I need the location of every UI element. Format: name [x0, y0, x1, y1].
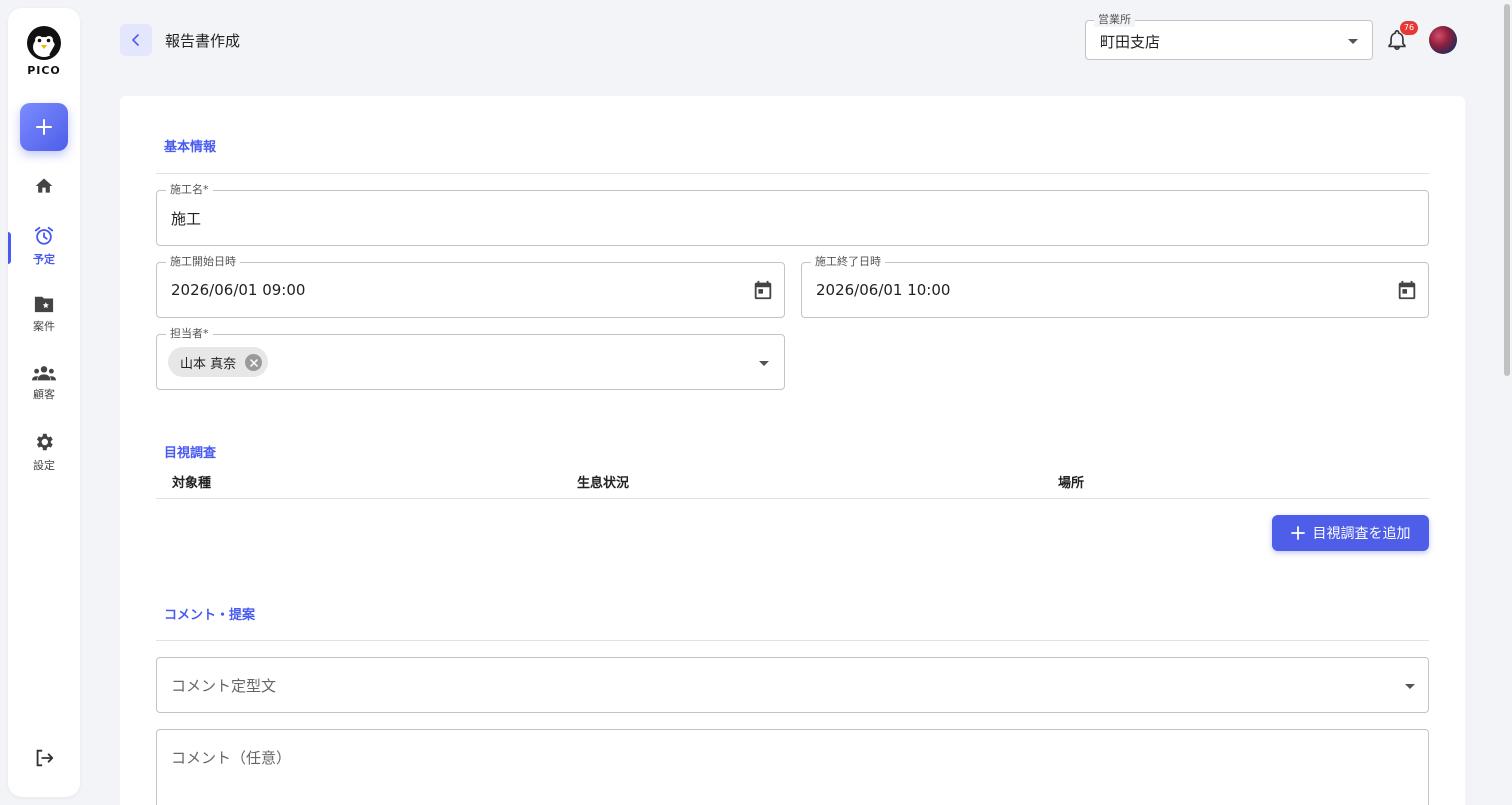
- comment-placeholder: コメント（任意）: [171, 749, 292, 767]
- logout-icon: [36, 749, 54, 767]
- start-datetime-field[interactable]: 施工開始日時 2026/06/01 09:00: [156, 255, 785, 318]
- construction-name-field[interactable]: 施工名* 施工: [156, 183, 1429, 246]
- people-icon: [32, 366, 56, 381]
- branch-select-label: 営業所: [1094, 13, 1135, 27]
- logout-button[interactable]: [8, 747, 80, 769]
- section-title-basic-info: 基本情報: [164, 140, 217, 155]
- assignee-chip: 山本 真奈: [168, 347, 269, 377]
- penguin-logo-icon: [27, 26, 61, 60]
- add-visual-survey-button[interactable]: 目視調査を追加: [1272, 515, 1429, 551]
- folder-star-icon: [34, 296, 54, 313]
- column-header-habitat-status: 生息状況: [577, 476, 630, 491]
- plus-icon: [36, 119, 52, 135]
- divider: [156, 498, 1429, 499]
- sidebar-item-label: 顧客: [33, 388, 55, 401]
- report-form: 基本情報 施工名* 施工 施工開始日時 2026/06/01 09:00 施工終…: [120, 96, 1465, 805]
- divider: [156, 640, 1429, 641]
- chevron-down-icon: [1405, 684, 1415, 689]
- sidebar-item-label: 予定: [33, 253, 55, 266]
- assignee-select[interactable]: 担当者* 山本 真奈: [156, 327, 785, 390]
- page-title: 報告書作成: [165, 32, 241, 50]
- sidebar-item-label: 案件: [33, 320, 55, 333]
- chevron-down-icon: [759, 361, 769, 366]
- logo-text: PICO: [27, 64, 61, 77]
- chevron-down-icon: [1348, 39, 1358, 44]
- calendar-icon[interactable]: [1396, 279, 1418, 301]
- sidebar: PICO 予定 案件 顧客 設定: [8, 8, 80, 797]
- sidebar-item-customers[interactable]: 顧客: [8, 364, 80, 402]
- calendar-icon[interactable]: [752, 279, 774, 301]
- end-datetime-value: 2026/06/01 10:00: [816, 281, 951, 299]
- sidebar-item-home[interactable]: [8, 176, 80, 196]
- assignee-chip-label: 山本 真奈: [180, 356, 237, 372]
- notification-badge: 76: [1400, 21, 1418, 35]
- column-header-species: 対象種: [172, 476, 212, 491]
- branch-select-value: 町田支店: [1100, 33, 1161, 51]
- avatar[interactable]: [1429, 26, 1457, 54]
- chevron-left-icon: [132, 34, 139, 46]
- sidebar-item-settings[interactable]: 設定: [8, 431, 80, 473]
- plus-icon: [1290, 526, 1305, 540]
- comment-template-placeholder: コメント定型文: [171, 677, 277, 695]
- alarm-clock-icon: [34, 226, 54, 245]
- comment-textarea[interactable]: コメント（任意）: [156, 729, 1429, 805]
- sidebar-item-projects[interactable]: 案件: [8, 294, 80, 334]
- gear-icon: [36, 433, 53, 451]
- section-title-visual-survey: 目視調査: [164, 446, 217, 461]
- column-header-location: 場所: [1058, 476, 1085, 491]
- section-title-comments: コメント・提案: [164, 608, 256, 623]
- scrollbar[interactable]: [1500, 0, 1512, 805]
- end-datetime-field[interactable]: 施工終了日時 2026/06/01 10:00: [801, 255, 1429, 318]
- logo: PICO: [8, 24, 80, 77]
- comment-template-select[interactable]: コメント定型文: [156, 657, 1429, 713]
- branch-select[interactable]: 営業所 町田支店: [1085, 13, 1373, 60]
- construction-name-value: 施工: [171, 210, 202, 228]
- sidebar-item-schedule[interactable]: 予定: [8, 225, 80, 267]
- chip-remove-icon[interactable]: [245, 354, 263, 371]
- assignee-label: 担当者*: [166, 327, 213, 341]
- back-button[interactable]: [120, 24, 152, 56]
- divider: [156, 173, 1429, 174]
- create-button[interactable]: [20, 103, 68, 151]
- construction-name-label: 施工名*: [166, 183, 213, 197]
- start-datetime-value: 2026/06/01 09:00: [171, 281, 306, 299]
- home-icon: [35, 178, 53, 193]
- end-datetime-label: 施工終了日時: [811, 255, 885, 269]
- add-visual-survey-label: 目視調査を追加: [1312, 526, 1411, 542]
- start-datetime-label: 施工開始日時: [166, 255, 240, 269]
- scrollbar-thumb[interactable]: [1504, 4, 1510, 376]
- sidebar-item-label: 設定: [33, 459, 55, 472]
